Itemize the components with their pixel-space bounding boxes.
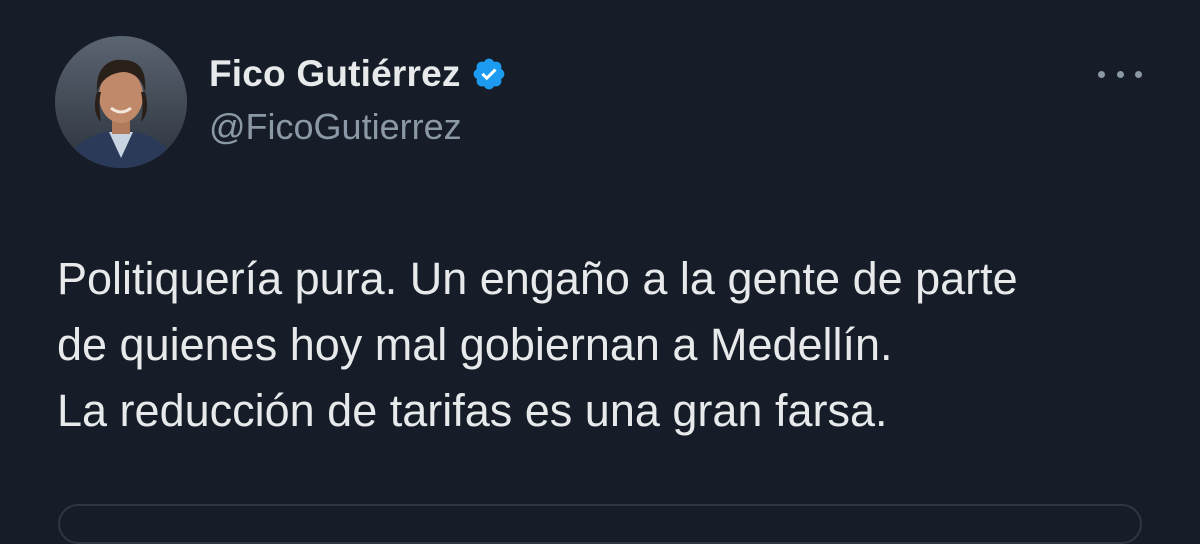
user-handle[interactable]: @FicoGutierrez — [209, 106, 462, 148]
tweet-text: Politiquería pura. Un engaño a la gente … — [57, 246, 1157, 444]
avatar[interactable] — [55, 36, 187, 168]
more-options-icon[interactable] — [1098, 64, 1142, 84]
tweet-text-line: Politiquería pura. Un engaño a la gente … — [57, 253, 1018, 304]
name-row: Fico Gutiérrez — [209, 52, 507, 96]
verified-badge-icon — [471, 56, 507, 92]
dot — [1135, 70, 1142, 78]
embedded-card[interactable] — [58, 504, 1142, 544]
tweet-text-line: La reducción de tarifas es una gran fars… — [57, 385, 888, 436]
display-name[interactable]: Fico Gutiérrez — [209, 53, 461, 95]
dot — [1098, 70, 1105, 78]
dot — [1116, 70, 1124, 78]
tweet: Fico Gutiérrez @FicoGutierrez Politiquer… — [0, 0, 1200, 544]
tweet-text-line: de quienes hoy mal gobiernan a Medellín. — [57, 319, 893, 370]
